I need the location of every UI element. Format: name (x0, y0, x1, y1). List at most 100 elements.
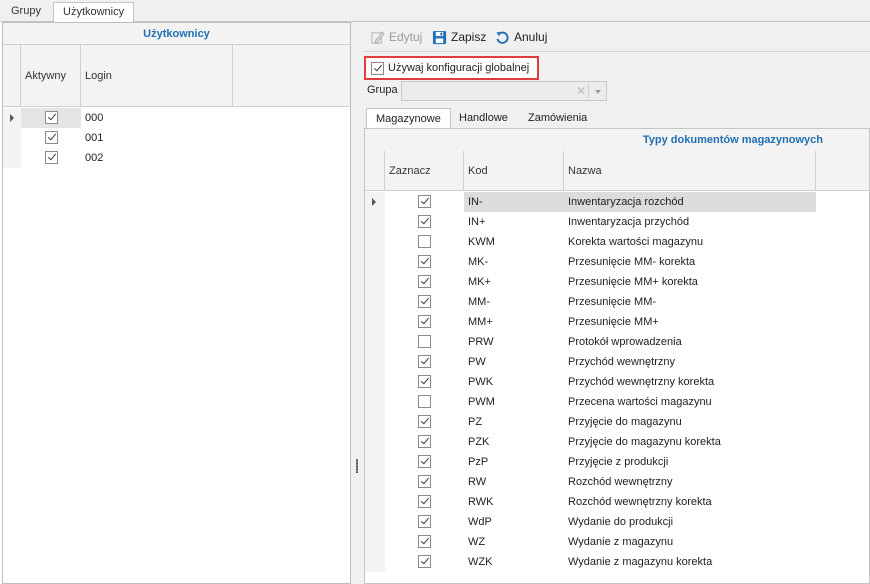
zaznacz-checkbox[interactable] (418, 495, 431, 508)
active-checkbox[interactable] (45, 111, 58, 124)
nazwa-cell[interactable]: Przychód wewnętrzny korekta (564, 372, 816, 392)
zaznacz-cell[interactable] (385, 412, 464, 432)
zaznacz-cell[interactable] (385, 292, 464, 312)
zaznacz-checkbox[interactable] (418, 395, 431, 408)
kod-cell[interactable]: PWM (464, 392, 564, 412)
tab-zamowienia[interactable]: Zamówienia (519, 108, 596, 128)
nazwa-cell[interactable]: Inwentaryzacja przychód (564, 212, 816, 232)
zaznacz-checkbox[interactable] (418, 415, 431, 428)
nazwa-cell[interactable]: Przesunięcie MM+ korekta (564, 272, 816, 292)
kod-cell[interactable]: PZK (464, 432, 564, 452)
zaznacz-cell[interactable] (385, 432, 464, 452)
kod-cell[interactable]: PW (464, 352, 564, 372)
kod-cell[interactable]: WdP (464, 512, 564, 532)
zaznacz-cell[interactable] (385, 532, 464, 552)
kod-cell[interactable]: RW (464, 472, 564, 492)
splitter-grip-icon[interactable] (356, 459, 358, 473)
nazwa-cell[interactable]: Przesunięcie MM+ (564, 312, 816, 332)
zaznacz-checkbox[interactable] (418, 555, 431, 568)
edit-button[interactable]: Edytuj (370, 28, 422, 46)
kod-cell[interactable]: IN- (464, 192, 564, 212)
zaznacz-cell[interactable] (385, 272, 464, 292)
column-header-zaznacz[interactable]: Zaznacz (385, 151, 464, 191)
zaznacz-checkbox[interactable] (418, 335, 431, 348)
document-type-row[interactable]: PZK Przyjęcie do magazynu korekta (365, 432, 869, 452)
zaznacz-checkbox[interactable] (418, 235, 431, 248)
zaznacz-checkbox[interactable] (418, 295, 431, 308)
tab-handlowe[interactable]: Handlowe (450, 108, 517, 128)
clear-icon[interactable]: ✕ (576, 84, 586, 98)
zaznacz-cell[interactable] (385, 212, 464, 232)
document-type-row[interactable]: RW Rozchód wewnętrzny (365, 472, 869, 492)
nazwa-cell[interactable]: Przyjęcie z produkcji (564, 452, 816, 472)
zaznacz-checkbox[interactable] (418, 215, 431, 228)
zaznacz-checkbox[interactable] (418, 535, 431, 548)
zaznacz-checkbox[interactable] (418, 195, 431, 208)
kod-cell[interactable]: MM- (464, 292, 564, 312)
column-header-active[interactable]: Aktywny (21, 45, 81, 107)
nazwa-cell[interactable]: Przesunięcie MM- korekta (564, 252, 816, 272)
tab-uzytkownicy[interactable]: Użytkownicy (53, 2, 135, 23)
zaznacz-cell[interactable] (385, 552, 464, 572)
kod-cell[interactable]: MK- (464, 252, 564, 272)
nazwa-cell[interactable]: Wydanie z magazynu korekta (564, 552, 816, 572)
document-type-row[interactable]: RWK Rozchód wewnętrzny korekta (365, 492, 869, 512)
nazwa-cell[interactable]: Przecena wartości magazynu (564, 392, 816, 412)
active-checkbox[interactable] (45, 151, 58, 164)
document-type-row[interactable]: IN- Inwentaryzacja rozchód (365, 192, 869, 212)
column-header-login[interactable]: Login (81, 45, 233, 107)
nazwa-cell[interactable]: Wydanie do produkcji (564, 512, 816, 532)
user-row[interactable]: 001 (3, 128, 350, 148)
cancel-button[interactable]: Anuluj (495, 28, 547, 46)
document-type-row[interactable]: WZ Wydanie z magazynu (365, 532, 869, 552)
document-type-row[interactable]: WdP Wydanie do produkcji (365, 512, 869, 532)
kod-cell[interactable]: KWM (464, 232, 564, 252)
nazwa-cell[interactable]: Rozchód wewnętrzny (564, 472, 816, 492)
panel-splitter[interactable] (351, 22, 364, 584)
zaznacz-cell[interactable] (385, 392, 464, 412)
zaznacz-checkbox[interactable] (418, 355, 431, 368)
zaznacz-checkbox[interactable] (418, 375, 431, 388)
document-type-row[interactable]: PW Przychód wewnętrzny (365, 352, 869, 372)
user-row[interactable]: 000 (3, 108, 350, 128)
active-cell[interactable] (21, 128, 81, 148)
active-checkbox[interactable] (45, 131, 58, 144)
save-button[interactable]: Zapisz (432, 28, 486, 46)
login-cell[interactable]: 001 (81, 128, 233, 148)
document-type-row[interactable]: WZK Wydanie z magazynu korekta (365, 552, 869, 572)
nazwa-cell[interactable]: Korekta wartości magazynu (564, 232, 816, 252)
zaznacz-checkbox[interactable] (418, 515, 431, 528)
column-header-kod[interactable]: Kod (464, 151, 564, 191)
document-type-row[interactable]: MM+ Przesunięcie MM+ (365, 312, 869, 332)
kod-cell[interactable]: PWK (464, 372, 564, 392)
nazwa-cell[interactable]: Wydanie z magazynu (564, 532, 816, 552)
zaznacz-checkbox[interactable] (418, 455, 431, 468)
global-config-checkbox-container[interactable]: Używaj konfiguracji globalnej (364, 56, 539, 80)
zaznacz-cell[interactable] (385, 452, 464, 472)
nazwa-cell[interactable]: Protokół wprowadzenia (564, 332, 816, 352)
zaznacz-cell[interactable] (385, 332, 464, 352)
kod-cell[interactable]: IN+ (464, 212, 564, 232)
zaznacz-cell[interactable] (385, 512, 464, 532)
tab-grupy[interactable]: Grupy (2, 2, 50, 22)
kod-cell[interactable]: MM+ (464, 312, 564, 332)
active-cell[interactable] (21, 108, 81, 128)
kod-cell[interactable]: PRW (464, 332, 564, 352)
nazwa-cell[interactable]: Przesunięcie MM- (564, 292, 816, 312)
global-config-checkbox[interactable] (371, 62, 384, 75)
zaznacz-cell[interactable] (385, 312, 464, 332)
document-type-row[interactable]: PWK Przychód wewnętrzny korekta (365, 372, 869, 392)
zaznacz-cell[interactable] (385, 492, 464, 512)
document-type-row[interactable]: MM- Przesunięcie MM- (365, 292, 869, 312)
zaznacz-cell[interactable] (385, 472, 464, 492)
zaznacz-cell[interactable] (385, 252, 464, 272)
group-combobox[interactable]: ✕ (401, 81, 607, 101)
kod-cell[interactable]: WZ (464, 532, 564, 552)
zaznacz-cell[interactable] (385, 352, 464, 372)
nazwa-cell[interactable]: Przychód wewnętrzny (564, 352, 816, 372)
chevron-down-icon[interactable] (595, 90, 601, 94)
login-cell[interactable]: 002 (81, 148, 233, 168)
document-type-row[interactable]: MK- Przesunięcie MM- korekta (365, 252, 869, 272)
document-type-row[interactable]: PzP Przyjęcie z produkcji (365, 452, 869, 472)
document-type-row[interactable]: PWM Przecena wartości magazynu (365, 392, 869, 412)
